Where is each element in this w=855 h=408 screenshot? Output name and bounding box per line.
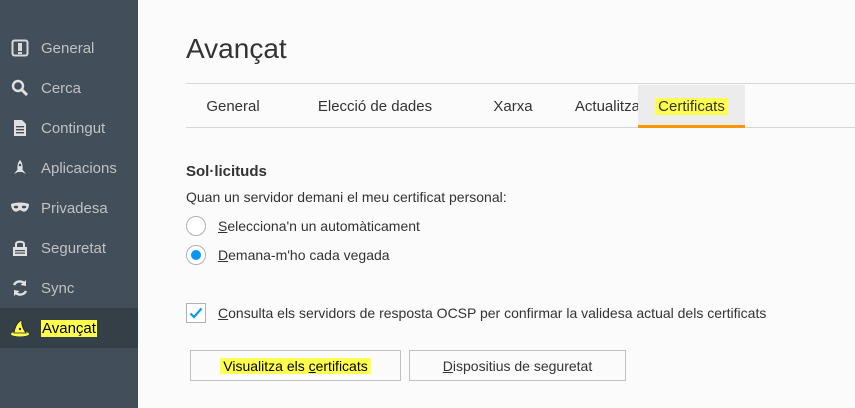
- sidebar-item-applications[interactable]: Aplicacions: [0, 148, 138, 188]
- sidebar-item-label: Aplicacions: [41, 159, 117, 177]
- request-prompt: Quan un servidor demani el meu certifica…: [186, 189, 507, 205]
- sync-icon: [10, 278, 30, 298]
- wizard-hat-icon: [10, 318, 30, 338]
- tab-general[interactable]: General: [186, 85, 280, 127]
- tab-bar: General Elecció de dades Xarxa Actualitz…: [186, 85, 855, 128]
- radio-label: Selecciona'n un automàticament: [218, 218, 420, 234]
- button-label: Visualitza els certificats: [220, 357, 371, 374]
- radio-select-automatically[interactable]: Selecciona'n un automàticament: [186, 214, 420, 238]
- checkmark-icon: [189, 307, 203, 319]
- document-icon: [10, 118, 30, 138]
- sidebar-item-label: Avançat: [41, 319, 97, 337]
- tab-label: Xarxa: [493, 98, 533, 115]
- radio-button[interactable]: [186, 245, 206, 265]
- sidebar-item-label: Seguretat: [41, 239, 107, 257]
- security-devices-button[interactable]: Dispositius de seguretat: [409, 350, 626, 381]
- button-label: Dispositius de seguretat: [442, 357, 593, 374]
- ocsp-checkbox-row[interactable]: Consulta els servidors de resposta OCSP …: [186, 301, 766, 325]
- sidebar-item-security[interactable]: Seguretat: [0, 228, 138, 268]
- tab-label: General: [206, 98, 260, 115]
- radio-label: Demana-m'ho cada vegada: [218, 247, 390, 263]
- tab-label: Certificats: [655, 98, 728, 115]
- sidebar-item-sync[interactable]: Sync: [0, 268, 138, 308]
- sidebar-item-general[interactable]: General: [0, 28, 138, 68]
- section-heading: Sol·licituds: [186, 163, 267, 180]
- mask-icon: [10, 198, 30, 218]
- ocsp-label: Consulta els servidors de resposta OCSP …: [218, 305, 767, 321]
- title-divider: [186, 83, 855, 84]
- general-icon: [10, 38, 30, 58]
- search-icon: [10, 78, 30, 98]
- radio-ask-every-time[interactable]: Demana-m'ho cada vegada: [186, 243, 390, 267]
- sidebar-item-content[interactable]: Contingut: [0, 108, 138, 148]
- radio-button[interactable]: [186, 216, 206, 236]
- sidebar: General Cerca Contingut Aplicacions Priv…: [0, 0, 138, 408]
- sidebar-item-label: Cerca: [41, 79, 82, 97]
- sidebar-item-advanced[interactable]: Avançat: [0, 308, 138, 348]
- sidebar-item-label: Privadesa: [41, 199, 108, 217]
- sidebar-item-label: Contingut: [41, 119, 106, 137]
- sidebar-item-label: General: [41, 39, 95, 57]
- tab-label: Elecció de dades: [317, 98, 433, 115]
- sidebar-item-privacy[interactable]: Privadesa: [0, 188, 138, 228]
- lock-icon: [10, 238, 30, 258]
- page-title: Avançat: [186, 33, 287, 64]
- tab-data-choices[interactable]: Elecció de dades: [280, 85, 470, 127]
- rocket-icon: [10, 158, 30, 178]
- tab-certificates[interactable]: Certificats: [638, 85, 745, 128]
- tab-network[interactable]: Xarxa: [470, 85, 556, 127]
- sidebar-item-search[interactable]: Cerca: [0, 68, 138, 108]
- sidebar-item-label: Sync: [41, 279, 75, 297]
- view-certificates-button[interactable]: Visualitza els certificats: [190, 350, 401, 381]
- ocsp-checkbox[interactable]: [186, 303, 206, 323]
